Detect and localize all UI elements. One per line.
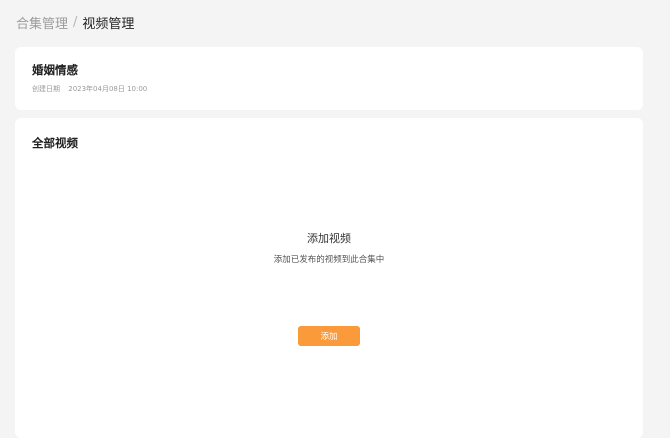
breadcrumb-video-management: 视频管理 — [82, 16, 135, 32]
empty-state-description: 添加已发布的视频到此合集中 — [273, 255, 385, 265]
all-videos-title: 全部视频 — [32, 136, 78, 150]
created-date-row: 创建日期 2023年04月08日 10:00 — [32, 84, 147, 94]
collection-info-card: 婚姻情感 创建日期 2023年04月08日 10:00 — [15, 47, 643, 110]
breadcrumb: 合集管理 / 视频管理 — [16, 12, 134, 32]
all-videos-card: 全部视频 添加视频 添加已发布的视频到此合集中 添加 — [15, 118, 643, 438]
breadcrumb-separator: / — [73, 14, 78, 30]
collection-name: 婚姻情感 — [32, 63, 78, 77]
add-video-button[interactable]: 添加 — [298, 326, 360, 346]
created-date-label: 创建日期 — [32, 85, 60, 93]
empty-state-title: 添加视频 — [307, 232, 351, 245]
created-date-value: 2023年04月08日 10:00 — [68, 85, 148, 93]
breadcrumb-collection-management[interactable]: 合集管理 — [16, 13, 68, 32]
